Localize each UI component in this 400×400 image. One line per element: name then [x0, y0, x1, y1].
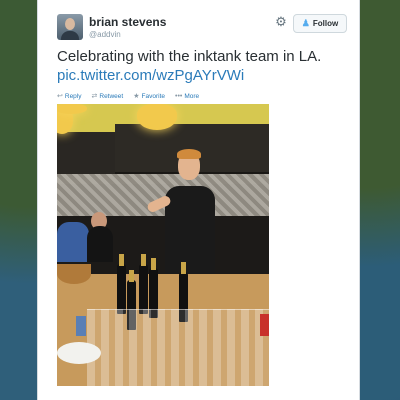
favorite-label: Favorite	[141, 92, 165, 100]
more-icon: •••	[175, 92, 183, 100]
avatar[interactable]	[57, 14, 83, 40]
follow-button[interactable]: ♟ Follow	[293, 14, 347, 33]
tweet-photo[interactable]	[57, 104, 269, 386]
user-handle[interactable]: @addvin	[89, 30, 121, 39]
follow-button-label: Follow	[312, 19, 339, 28]
tweet-text: Celebrating with the inktank team in LA.	[57, 48, 322, 65]
star-icon: ★	[133, 93, 140, 100]
user-display-name[interactable]: brian stevens	[89, 15, 166, 29]
favorite-action[interactable]: ★ Favorite	[133, 90, 165, 102]
more-label: More	[184, 92, 200, 100]
follow-user-icon: ♟	[301, 18, 310, 28]
gear-icon[interactable]: ⚙	[274, 15, 288, 29]
retweet-icon: ⇄	[91, 93, 98, 100]
retweet-label: Retweet	[99, 92, 124, 100]
reply-label: Reply	[64, 92, 82, 100]
tweet-actions: ↩ Reply ⇄ Retweet ★ Favorite ••• More	[57, 90, 199, 102]
reply-icon: ↩	[57, 93, 63, 100]
more-action[interactable]: ••• More	[175, 90, 199, 102]
tweet-card: brian stevens @addvin ⚙ ♟ Follow Celebra…	[37, 0, 360, 400]
reply-action[interactable]: ↩ Reply	[57, 90, 82, 102]
tweet-photo-link[interactable]: pic.twitter.com/wzPgAYrVWi	[57, 66, 244, 85]
retweet-action[interactable]: ⇄ Retweet	[92, 90, 124, 102]
